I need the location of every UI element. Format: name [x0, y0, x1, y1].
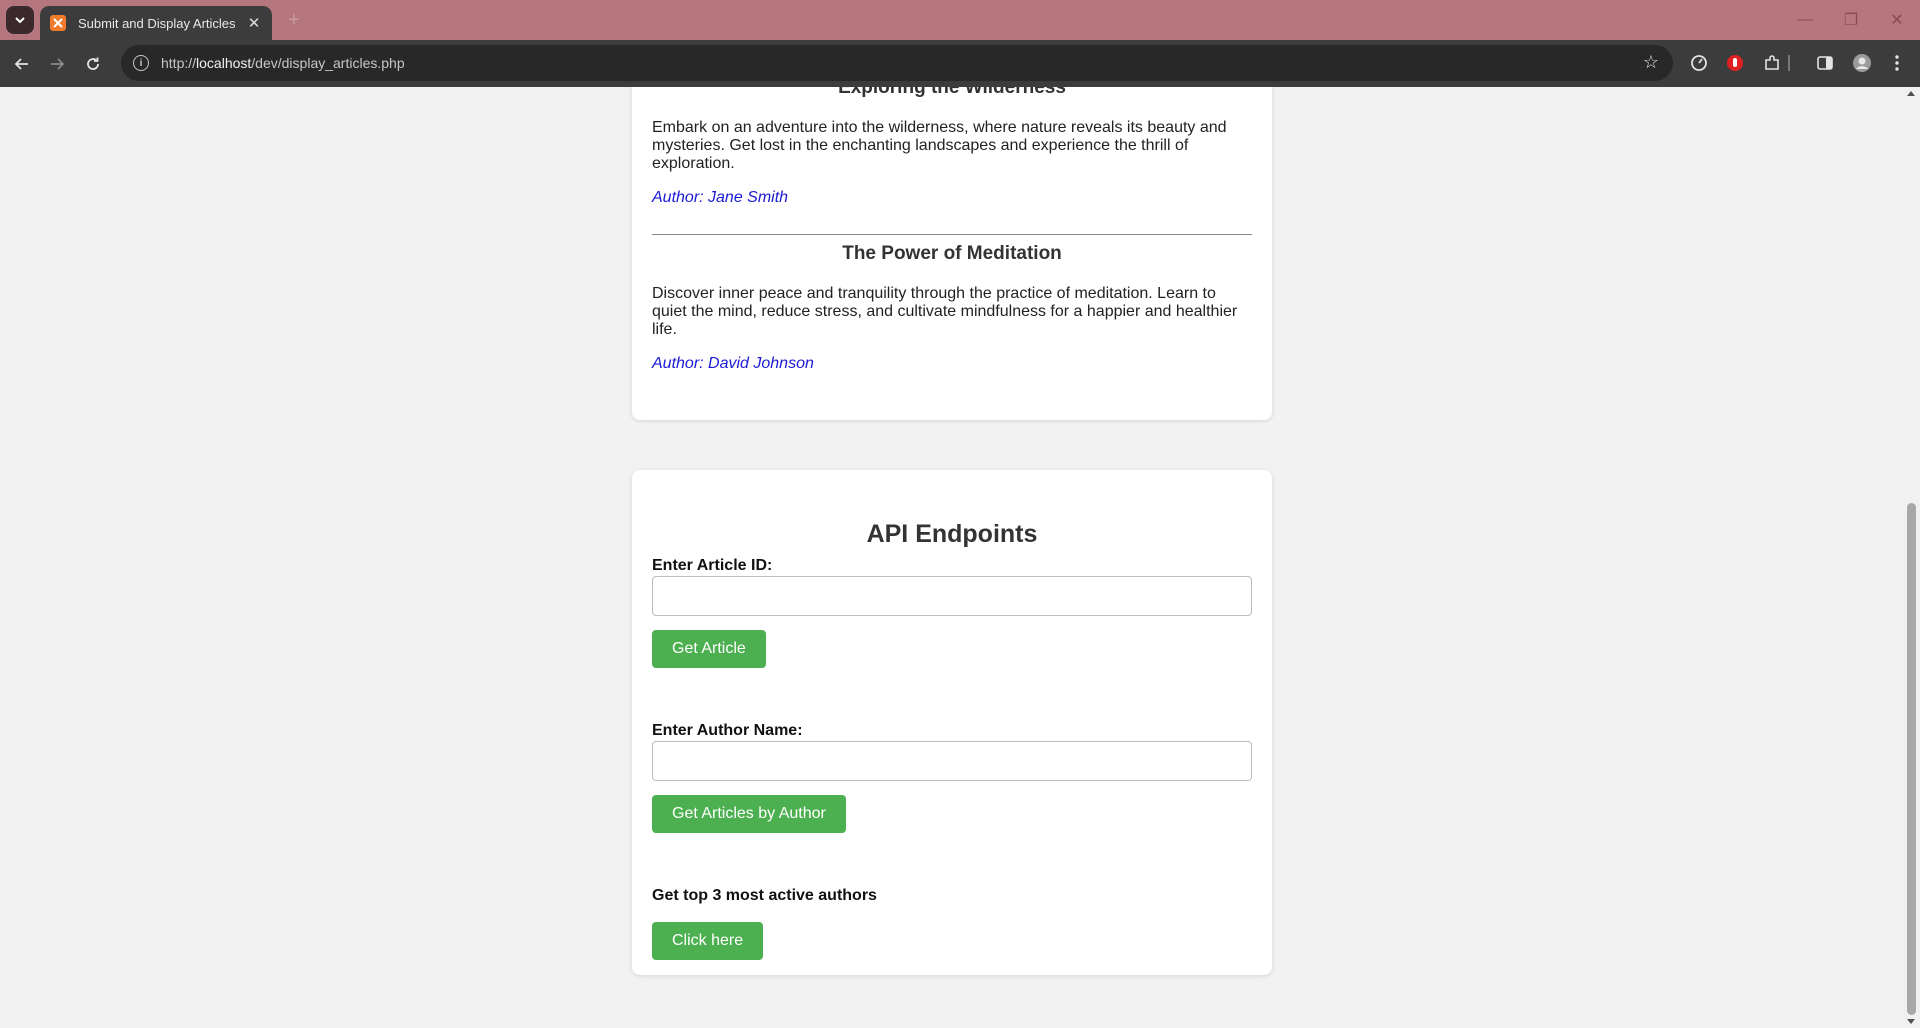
article-title: Exploring the Wilderness [838, 87, 1066, 98]
article-author: Author: Jane Smith [652, 189, 789, 206]
extension-speed-icon[interactable] [1688, 52, 1710, 74]
scroll-down-arrow-icon[interactable] [1907, 1019, 1915, 1024]
restore-icon[interactable]: ❐ [1828, 0, 1874, 40]
article-id-label: Enter Article ID: [652, 557, 773, 574]
page-viewport: Exploring the Wilderness Embark on an ad… [0, 87, 1903, 1028]
reload-icon [87, 57, 99, 70]
toolbar-divider [1788, 55, 1790, 71]
article-id-input[interactable] [652, 576, 1252, 616]
window-controls: — ❐ ✕ [1782, 0, 1920, 40]
get-article-button[interactable]: Get Article [652, 630, 766, 668]
api-endpoints-heading: API Endpoints [866, 520, 1038, 548]
close-tab-icon[interactable]: ✕ [246, 15, 262, 32]
browser-tab-strip: Submit and Display Articles ✕ + — ❐ ✕ [0, 0, 1920, 40]
scrollbar-thumb[interactable] [1907, 503, 1916, 1015]
url-host: localhost [196, 55, 252, 71]
api-endpoints-card: API Endpoints Enter Article ID: Get Arti… [632, 470, 1272, 975]
author-name-input[interactable] [652, 741, 1252, 781]
reload-button[interactable] [78, 49, 108, 79]
xampp-favicon-icon [50, 15, 66, 31]
scroll-up-arrow-icon[interactable] [1907, 91, 1915, 96]
article-item: Exploring the Wilderness Embark on an ad… [652, 87, 1252, 207]
address-bar[interactable]: i http://localhost/dev/display_articles.… [121, 45, 1673, 81]
tab-title: Submit and Display Articles [78, 15, 236, 31]
get-articles-by-author-button[interactable]: Get Articles by Author [652, 795, 846, 833]
extension-red-hand-icon[interactable] [1724, 52, 1746, 74]
article-item: The Power of Meditation Discover inner p… [652, 243, 1252, 373]
minimize-icon[interactable]: — [1782, 0, 1828, 40]
tab-search-button[interactable] [6, 6, 34, 34]
top-authors-label: Get top 3 most active authors [652, 887, 877, 904]
arrow-left-icon [14, 58, 28, 70]
article-divider [652, 234, 1252, 235]
article-body: Embark on an adventure into the wilderne… [652, 119, 1227, 172]
side-panel-icon[interactable] [1814, 52, 1836, 74]
forward-button[interactable] [42, 49, 72, 79]
article-author: Author: David Johnson [652, 355, 814, 372]
back-button[interactable] [7, 49, 37, 79]
click-here-button[interactable]: Click here [652, 922, 764, 960]
browser-menu-icon[interactable] [1886, 52, 1908, 74]
close-window-icon[interactable]: ✕ [1874, 0, 1920, 40]
url-path: /dev/display_articles.php [251, 55, 405, 71]
article-title: The Power of Meditation [842, 243, 1062, 264]
extensions-puzzle-icon[interactable] [1761, 52, 1783, 74]
page-scrollbar[interactable] [1903, 87, 1920, 1028]
articles-card: Exploring the Wilderness Embark on an ad… [632, 87, 1272, 420]
author-name-label: Enter Author Name: [652, 722, 803, 739]
profile-avatar[interactable] [1851, 52, 1873, 74]
bookmark-star-icon[interactable]: ☆ [1643, 53, 1659, 71]
active-tab[interactable]: Submit and Display Articles ✕ [40, 6, 272, 40]
arrow-right-icon [51, 58, 65, 70]
article-body: Discover inner peace and tranquility thr… [652, 285, 1238, 338]
site-info-icon[interactable]: i [133, 55, 149, 71]
chevron-down-icon [15, 17, 25, 24]
url-prefix: http:// [161, 55, 197, 71]
new-tab-button[interactable]: + [282, 8, 306, 32]
